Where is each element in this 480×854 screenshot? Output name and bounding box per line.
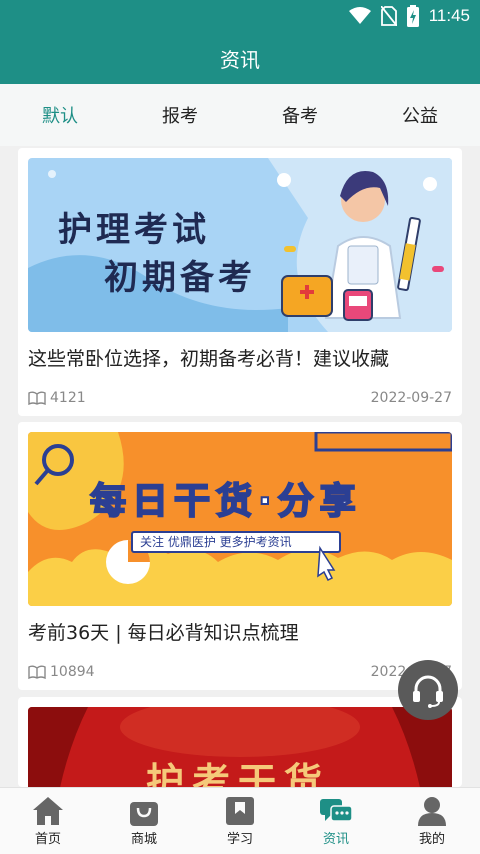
- view-count-value: 4121: [50, 390, 86, 406]
- headset-icon: [413, 675, 443, 708]
- status-icons: 11:45: [348, 4, 470, 28]
- view-count: 10894: [28, 664, 95, 680]
- nav-profile-label: 我的: [418, 832, 445, 847]
- battery-charging-icon: [406, 5, 419, 27]
- tab-default[interactable]: 默认: [0, 84, 120, 146]
- home-icon: [33, 797, 63, 825]
- nav-store-label: 商城: [130, 832, 157, 847]
- tab-registration[interactable]: 报考: [120, 84, 240, 146]
- article-card[interactable]: 护考干货: [18, 697, 462, 787]
- nav-home-label: 首页: [34, 832, 61, 847]
- article-card[interactable]: 每日干货·分享 关注 优鼎医护 更多护考资讯 考前36天 | 每日必背知识点梳理…: [18, 422, 462, 690]
- article-meta: 4121 2022-09-27: [28, 388, 452, 408]
- person-icon: [418, 797, 446, 826]
- view-count-value: 10894: [50, 664, 95, 680]
- read-count-icon: [28, 391, 46, 405]
- category-tabs: 默认 报考 备考 公益: [0, 84, 480, 146]
- article-title[interactable]: 考前36天 | 每日必背知识点梳理: [28, 618, 299, 645]
- article-card[interactable]: 护理考试 初期备考 这些常卧位选择，初期备考必背！建议收藏 4121 2022-…: [18, 148, 462, 416]
- chat-news-icon: [320, 799, 353, 822]
- status-bar: 11:45: [0, 0, 480, 32]
- banner-subtext: 关注 优鼎医护 更多护考资讯: [140, 535, 292, 549]
- nav-profile[interactable]: 我的: [384, 788, 480, 854]
- read-count-icon: [28, 665, 46, 679]
- nav-study-label: 学习: [226, 832, 253, 847]
- tab-preparation[interactable]: 备考: [240, 84, 360, 146]
- nav-news-label: 资讯: [322, 832, 349, 847]
- article-date: 2022-09-27: [370, 390, 452, 406]
- banner-line1: 护理考试: [58, 210, 210, 250]
- page-title: 资讯: [220, 47, 260, 72]
- book-icon: [226, 797, 254, 825]
- shopping-bag-icon: [130, 802, 158, 826]
- banner-line2: 初期备考: [104, 258, 256, 298]
- bottom-navigation: 首页 商城 学习 资讯 我的: [0, 787, 480, 854]
- article-banner[interactable]: 护理考试 初期备考: [28, 158, 452, 332]
- tab-charity[interactable]: 公益: [360, 84, 480, 146]
- status-time: 11:45: [428, 6, 470, 25]
- banner-headline: 护考干货: [146, 760, 331, 787]
- nav-store[interactable]: 商城: [96, 788, 192, 854]
- nav-home[interactable]: 首页: [0, 788, 96, 854]
- article-banner[interactable]: 每日干货·分享 关注 优鼎医护 更多护考资讯: [28, 432, 452, 606]
- no-sim-icon: [380, 6, 397, 26]
- article-meta: 10894 2022-09-17: [28, 662, 452, 682]
- nav-news[interactable]: 资讯: [288, 788, 384, 854]
- customer-service-button[interactable]: [398, 660, 458, 720]
- header: 资讯: [0, 32, 480, 84]
- view-count: 4121: [28, 390, 86, 406]
- wifi-icon: [348, 7, 371, 24]
- banner-headline: 每日干货·分享: [89, 480, 362, 523]
- article-title[interactable]: 这些常卧位选择，初期备考必背！建议收藏: [28, 344, 389, 371]
- article-banner[interactable]: 护考干货: [28, 707, 452, 787]
- nav-study[interactable]: 学习: [192, 788, 288, 854]
